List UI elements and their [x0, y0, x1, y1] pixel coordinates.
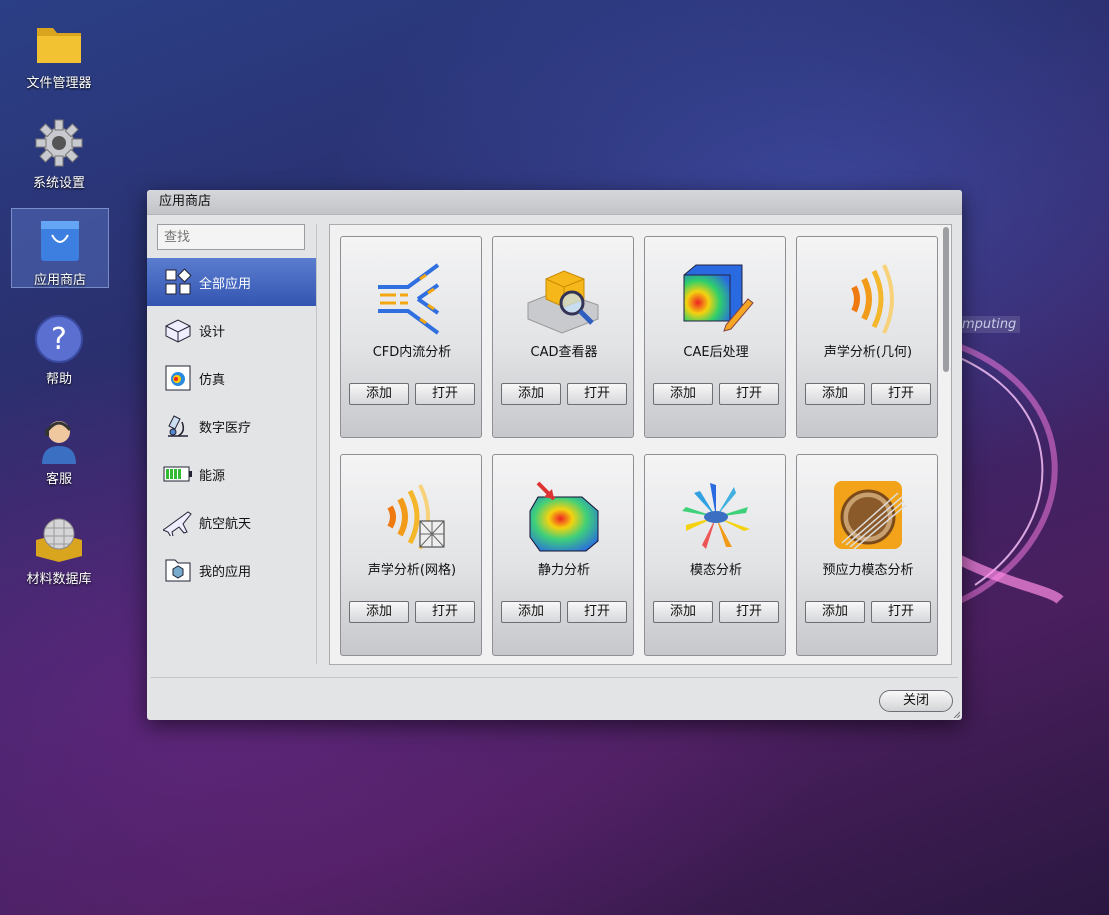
category-all-apps[interactable]: 全部应用	[147, 258, 317, 306]
window-title[interactable]: 应用商店	[147, 190, 962, 215]
add-button[interactable]: 添加	[805, 601, 865, 623]
category-list: 全部应用 设计 仿真 数字医疗 能源 航空航天 我的应用	[147, 258, 317, 594]
add-button[interactable]: 添加	[805, 383, 865, 405]
app-name: CFD内流分析	[372, 345, 452, 360]
category-simulation[interactable]: 仿真	[147, 354, 317, 402]
desktop-icon-settings[interactable]: 系统设置	[11, 112, 107, 192]
category-design[interactable]: 设计	[147, 306, 317, 354]
divider	[151, 677, 958, 678]
divider	[316, 224, 317, 664]
svg-text:?: ?	[51, 322, 67, 357]
app-card-prestress-modal: 预应力模态分析 添加 打开	[796, 454, 938, 656]
app-name: 模态分析	[689, 563, 742, 578]
category-energy[interactable]: 能源	[147, 450, 317, 498]
app-name: CAD查看器	[530, 345, 598, 360]
static-analysis-icon	[524, 477, 604, 557]
app-card-cad-viewer: CAD查看器 添加 打开	[492, 236, 634, 438]
support-agent-icon	[34, 414, 84, 464]
category-aerospace[interactable]: 航空航天	[147, 498, 317, 546]
category-label: 能源	[199, 468, 226, 484]
app-grid: CFD内流分析 添加 打开 CAD查看器 添加 打开 CAE后处理 添加 打开 …	[329, 224, 952, 665]
open-button[interactable]: 打开	[415, 383, 475, 405]
app-card-acoustic-mesh: 声学分析(网格) 添加 打开	[340, 454, 482, 656]
category-label: 航空航天	[199, 516, 252, 532]
desktop-icon-materials-db[interactable]: 材料数据库	[11, 508, 107, 588]
desktop-icon-app-store[interactable]: 应用商店	[11, 208, 109, 288]
cube-design-icon	[163, 316, 193, 344]
category-my-apps[interactable]: 我的应用	[147, 546, 317, 594]
open-button[interactable]: 打开	[871, 601, 931, 623]
cad-viewer-icon	[524, 259, 604, 339]
app-card-modal: 模态分析 添加 打开	[644, 454, 786, 656]
grid-apps-icon	[163, 268, 193, 296]
category-label: 全部应用	[199, 276, 252, 292]
add-button[interactable]: 添加	[501, 601, 561, 623]
shopping-bag-icon	[35, 215, 85, 265]
cfd-flow-icon	[372, 259, 452, 339]
category-label: 仿真	[199, 372, 226, 388]
my-apps-folder-icon	[163, 556, 193, 584]
open-button[interactable]: 打开	[415, 601, 475, 623]
app-card-acoustic-geometry: 声学分析(几何) 添加 打开	[796, 236, 938, 438]
open-button[interactable]: 打开	[567, 601, 627, 623]
open-button[interactable]: 打开	[871, 383, 931, 405]
app-card-cfd: CFD内流分析 添加 打开	[340, 236, 482, 438]
category-label: 数字医疗	[199, 420, 252, 436]
desktop-icon-help[interactable]: ? 帮助	[11, 308, 107, 388]
open-button[interactable]: 打开	[719, 383, 779, 405]
help-icon: ?	[34, 314, 84, 364]
add-button[interactable]: 添加	[501, 383, 561, 405]
search-input[interactable]	[157, 224, 305, 250]
desktop-icon-label: 应用商店	[33, 273, 86, 288]
desktop-icon-label: 帮助	[45, 372, 72, 387]
open-button[interactable]: 打开	[719, 601, 779, 623]
app-name: 静力分析	[537, 563, 590, 578]
app-card-cae-post: CAE后处理 添加 打开	[644, 236, 786, 438]
desktop-icon-label: 系统设置	[32, 176, 85, 191]
app-name: 预应力模态分析	[822, 563, 914, 578]
desktop-icon-label: 材料数据库	[26, 572, 92, 587]
microscope-icon	[163, 412, 193, 440]
acoustic-mesh-icon	[372, 477, 452, 557]
cae-postprocess-icon	[676, 259, 756, 339]
desktop-icon-file-manager[interactable]: 文件管理器	[11, 12, 107, 92]
resize-grip-icon[interactable]	[952, 710, 960, 718]
app-card-static: 静力分析 添加 打开	[492, 454, 634, 656]
category-label: 设计	[199, 324, 226, 340]
airplane-icon	[163, 508, 193, 536]
gear-icon	[34, 118, 84, 168]
materials-database-icon	[34, 514, 84, 564]
scrollbar-thumb[interactable]	[943, 227, 949, 372]
category-label: 我的应用	[199, 564, 252, 580]
folder-icon	[34, 18, 84, 68]
add-button[interactable]: 添加	[653, 383, 713, 405]
category-digital-medical[interactable]: 数字医疗	[147, 402, 317, 450]
acoustic-geometry-icon	[828, 259, 908, 339]
add-button[interactable]: 添加	[653, 601, 713, 623]
app-store-window: 应用商店 全部应用	[147, 190, 962, 720]
prestress-modal-icon	[828, 477, 908, 557]
add-button[interactable]: 添加	[349, 383, 409, 405]
battery-icon	[163, 460, 193, 488]
desktop-icon-label: 文件管理器	[26, 76, 92, 91]
app-name: 声学分析(网格)	[367, 563, 457, 578]
close-button[interactable]: 关闭	[879, 690, 953, 712]
simulation-icon	[163, 364, 193, 392]
open-button[interactable]: 打开	[567, 383, 627, 405]
app-name: 声学分析(几何)	[823, 345, 913, 360]
app-name: CAE后处理	[683, 345, 749, 360]
modal-analysis-icon	[676, 477, 756, 557]
desktop-icon-label: 客服	[45, 472, 72, 487]
desktop-icon-support[interactable]: 客服	[11, 408, 107, 488]
add-button[interactable]: 添加	[349, 601, 409, 623]
